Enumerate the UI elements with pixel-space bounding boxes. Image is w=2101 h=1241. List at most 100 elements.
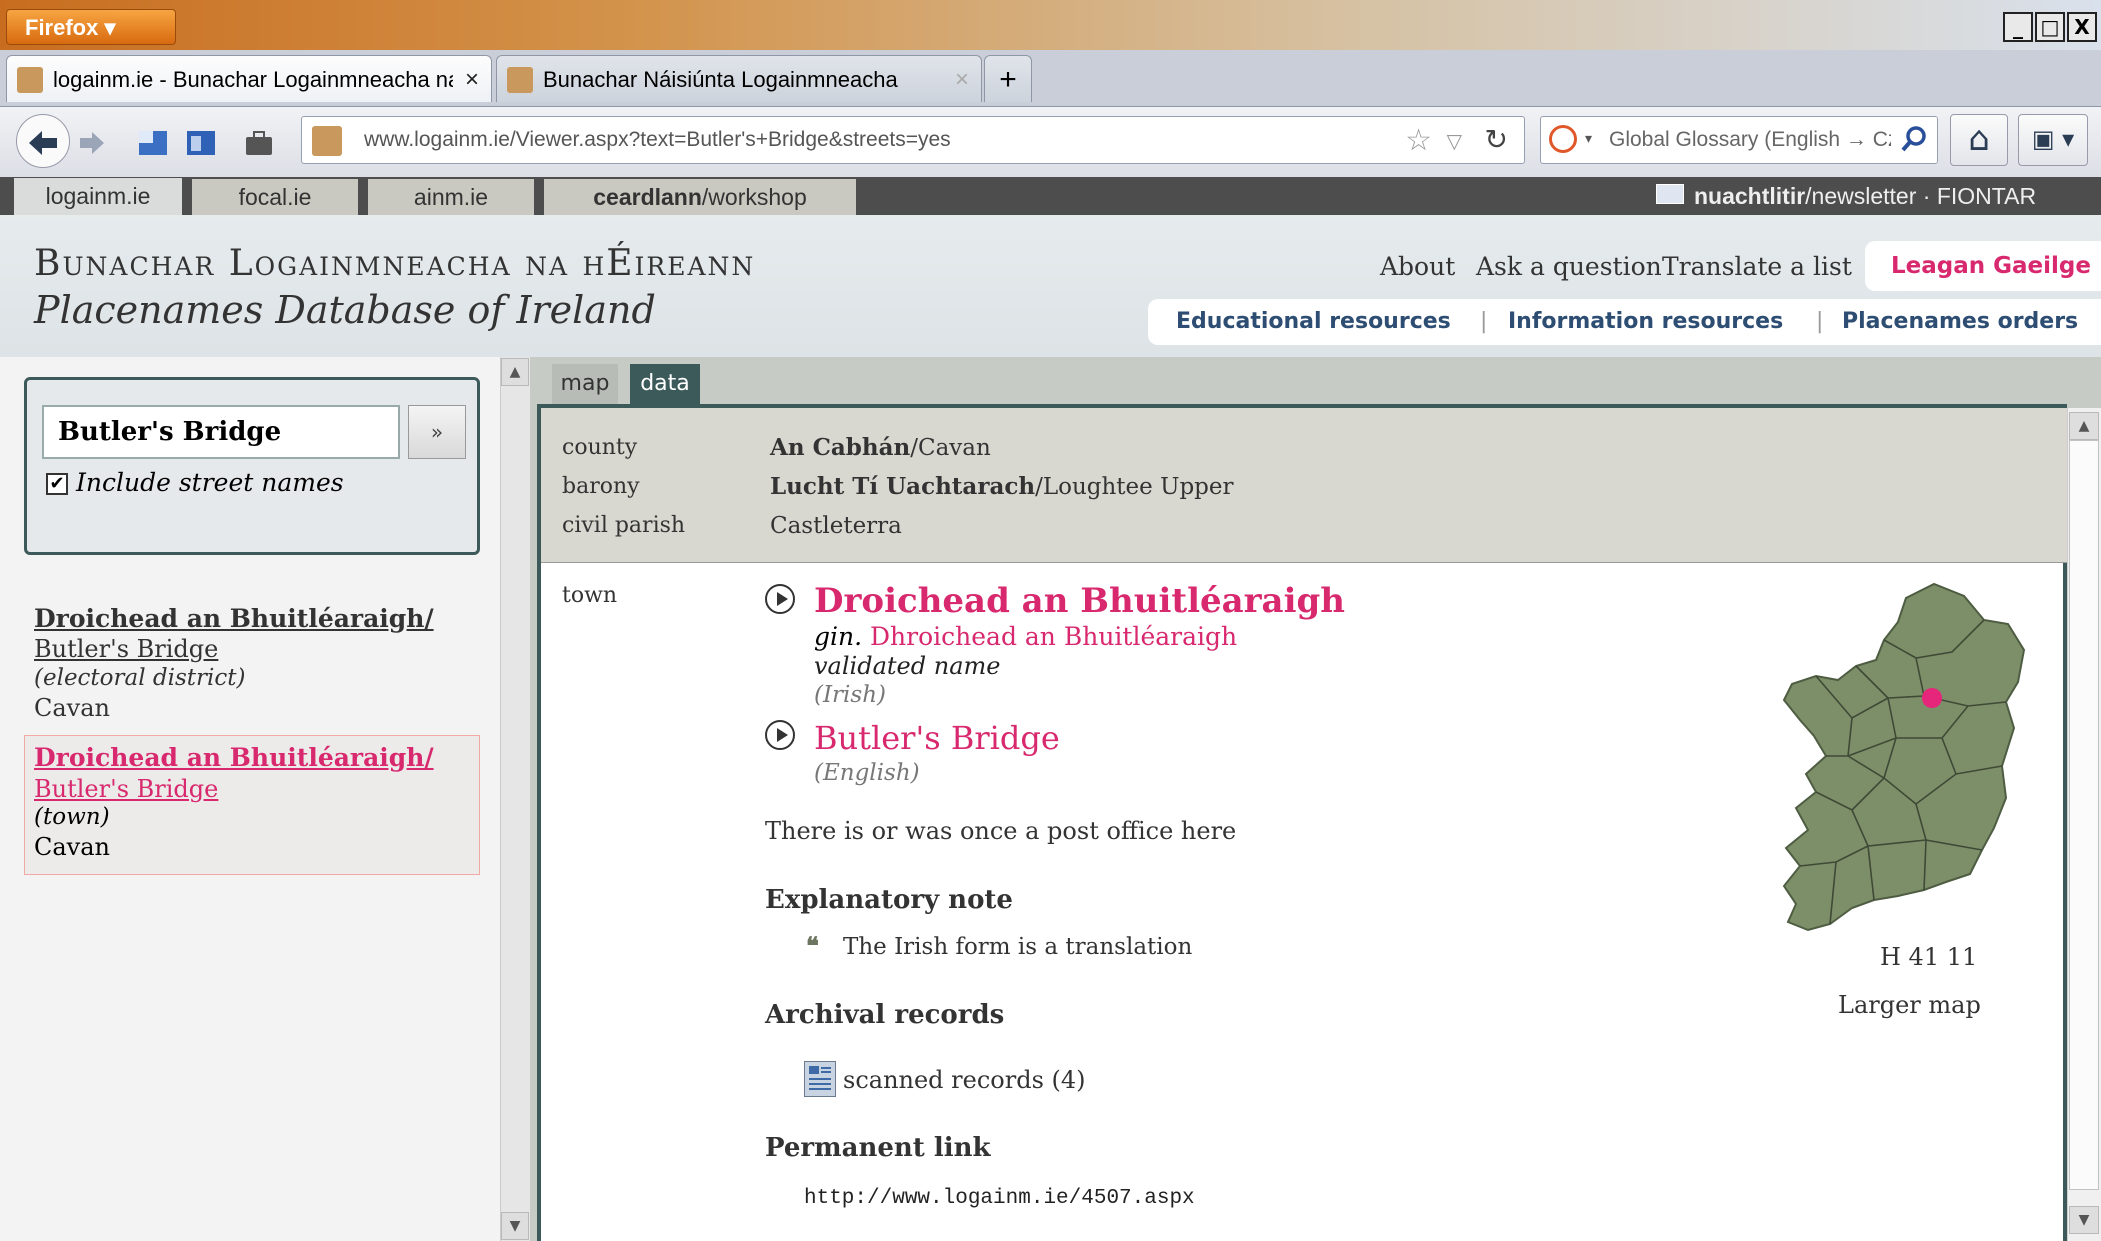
county-irish: An Cabhán: [770, 434, 911, 461]
county-label: county: [562, 435, 638, 460]
permanent-link-heading: Permanent link: [765, 1133, 991, 1163]
tab-logainm[interactable]: logainm.ie - Bunachar Logainmneacha na .…: [6, 55, 492, 102]
information-resources-link[interactable]: Information resources: [1508, 299, 1783, 345]
close-window-button[interactable]: X: [2067, 12, 2097, 42]
back-button[interactable]: [16, 114, 70, 168]
result-1-irish-link[interactable]: Droichead an Bhuitléaraigh/: [34, 604, 434, 633]
placenames-orders-link[interactable]: Placenames orders: [1842, 299, 2078, 345]
result-2-type: (town): [34, 804, 110, 830]
forward-button[interactable]: [72, 118, 112, 164]
bookmarks-toolbar-button[interactable]: [130, 118, 176, 164]
close-tab-icon[interactable]: ×: [465, 56, 479, 103]
site-title[interactable]: Bunachar Logainmneacha na hÉireann: [34, 240, 755, 288]
civil-parish-label: civil parish: [562, 513, 686, 538]
left-scrollbar[interactable]: [500, 357, 531, 1241]
engine-dropdown-icon[interactable]: ▾: [1585, 131, 1592, 147]
search-bar[interactable]: ▾ Global Glossary (English → Cz: [1540, 116, 1938, 164]
ireland-location-map[interactable]: [1756, 578, 2044, 936]
separator: |: [1480, 309, 1488, 334]
barony-english: /Loughtee Upper: [1035, 474, 1234, 500]
scroll-down-icon[interactable]: ▼: [501, 1212, 529, 1240]
result-1-county: Cavan: [34, 694, 110, 722]
english-name: Butler's Bridge: [814, 719, 1060, 757]
permanent-link-url[interactable]: http://www.logainm.ie/4507.aspx: [804, 1184, 1195, 1214]
newsletter-bold: nuachtlitir: [1694, 183, 1806, 209]
irish-version-link[interactable]: Leagan Gaeilge: [1865, 241, 2101, 291]
include-streets-checkbox[interactable]: ✔: [46, 473, 68, 495]
sidebar-button[interactable]: [178, 118, 224, 164]
genitive-form: gin. Dhroichead an Bhuitléaraigh: [814, 620, 1237, 654]
nav-tab-workshop[interactable]: ceardlann/workshop: [544, 179, 856, 215]
scroll-up-icon[interactable]: ▲: [2069, 412, 2099, 440]
play-audio-icon[interactable]: [765, 584, 795, 614]
scroll-down-icon[interactable]: ▼: [2069, 1206, 2099, 1234]
addon-icon: ▣ ▾: [2031, 125, 2075, 153]
gen-name: Dhroichead an Bhuitléaraigh: [870, 622, 1238, 651]
about-link[interactable]: About: [1380, 250, 1455, 284]
maximize-button[interactable]: □: [2035, 12, 2065, 42]
windows-icon: [139, 131, 167, 155]
type-label: town: [562, 583, 618, 608]
result-2-irish-link[interactable]: Droichead an Bhuitléaraigh/: [34, 743, 434, 772]
irish-language-tag: (Irish): [814, 682, 886, 708]
archival-records-heading: Archival records: [765, 1000, 1005, 1030]
barony-value: Lucht Tí Uachtarach/Loughtee Upper: [770, 471, 1234, 503]
search-engine-icon[interactable]: [1549, 125, 1577, 153]
newsletter-link[interactable]: nuachtlitir/newsletter · FIONTAR: [1694, 177, 2036, 215]
site-subtitle[interactable]: Placenames Database of Ireland: [34, 284, 656, 336]
post-office-note: There is or was once a post office here: [765, 817, 1237, 845]
explanatory-note-text: The Irish form is a translation: [843, 934, 1193, 960]
result-2-county: Cavan: [34, 833, 110, 861]
firefox-menu-button[interactable]: Firefox ▾: [6, 9, 176, 45]
barony-irish: Lucht Tí Uachtarach: [770, 473, 1036, 500]
tab-data[interactable]: data: [630, 364, 700, 404]
close-tab-icon[interactable]: ×: [955, 56, 969, 103]
ask-question-link[interactable]: Ask a question: [1476, 250, 1662, 284]
quote-icon: ❝: [806, 931, 819, 960]
larger-map-link[interactable]: Larger map: [1838, 988, 1981, 1022]
reload-icon[interactable]: ↻: [1485, 123, 1508, 156]
new-tab-button[interactable]: +: [984, 55, 1032, 102]
address-bar[interactable]: www.logainm.ie/Viewer.aspx?text=Butler's…: [301, 116, 1525, 164]
library-button[interactable]: [236, 118, 282, 164]
separator: |: [1816, 309, 1824, 334]
bookmark-star-icon[interactable]: ☆: [1405, 123, 1432, 158]
workshop-irish: ceardlann: [593, 184, 702, 210]
favicon-icon: [17, 67, 43, 93]
scroll-up-icon[interactable]: ▲: [501, 358, 529, 386]
scanned-records-link[interactable]: scanned records (4): [843, 1064, 1086, 1096]
educational-resources-link[interactable]: Educational resources: [1176, 299, 1451, 345]
tab-label: logainm.ie - Bunachar Logainmneacha na .…: [53, 67, 453, 92]
minimize-button[interactable]: _: [2003, 12, 2033, 42]
translate-list-link[interactable]: Translate a list: [1662, 250, 1852, 284]
include-streets-label: Include street names: [76, 468, 344, 497]
validated-name: validated name: [814, 652, 1001, 680]
scroll-thumb[interactable]: [2069, 440, 2099, 1190]
nav-tab-focal[interactable]: focal.ie: [192, 179, 358, 215]
irish-name: Droichead an Bhuitléaraigh: [814, 581, 1346, 621]
grid-reference: H 41 11: [1880, 943, 1978, 971]
search-magnifier-icon[interactable]: [1891, 117, 1937, 163]
history-dropdown-icon[interactable]: ▽: [1447, 129, 1462, 153]
tab-map[interactable]: map: [552, 364, 618, 404]
tab-bunachar[interactable]: Bunachar Náisiúnta Logainmneacha ×: [496, 55, 982, 102]
nav-tab-logainm[interactable]: logainm.ie: [14, 178, 182, 216]
window-titlebar: [0, 0, 2101, 50]
result-2-english-link[interactable]: Butler's Bridge: [34, 775, 218, 803]
back-arrow-icon: [29, 131, 57, 155]
scanned-records-icon[interactable]: [804, 1061, 836, 1097]
result-1-english-link[interactable]: Butler's Bridge: [34, 635, 218, 663]
url-text[interactable]: www.logainm.ie/Viewer.aspx?text=Butler's…: [364, 117, 951, 163]
placename-search-input[interactable]: Butler's Bridge: [42, 405, 400, 459]
tab-label: Bunachar Náisiúnta Logainmneacha: [543, 67, 898, 92]
fiontar-link[interactable]: FIONTAR: [1937, 183, 2036, 209]
home-button[interactable]: ⌂: [1950, 114, 2008, 166]
addon-menu-button[interactable]: ▣ ▾: [2018, 114, 2088, 166]
search-go-button[interactable]: »: [408, 405, 466, 459]
sidebar-icon: [187, 131, 215, 155]
nav-tab-ainm[interactable]: ainm.ie: [368, 179, 534, 215]
separator: ·: [1922, 183, 1931, 209]
search-input[interactable]: Global Glossary (English → Cz: [1609, 117, 1898, 163]
county-value: An Cabhán/Cavan: [770, 432, 991, 464]
play-audio-icon[interactable]: [765, 720, 795, 750]
